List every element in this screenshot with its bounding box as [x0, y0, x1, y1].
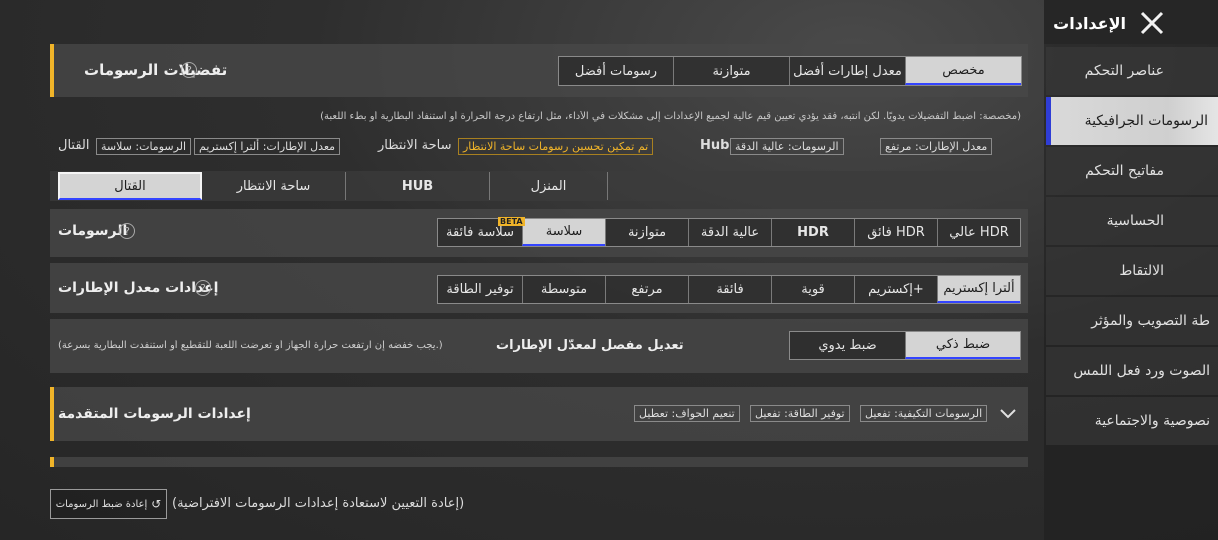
- sidebar-item-keys[interactable]: مفاتيح التحكم: [1046, 147, 1218, 195]
- graphics-title: الرسومات: [58, 223, 128, 239]
- adjust-manual[interactable]: ضبط يدوي: [790, 332, 905, 359]
- lobby-label: ساحة الانتظار: [378, 138, 452, 153]
- adjust-smart[interactable]: ضبط ذكي: [905, 332, 1020, 359]
- sidebar-item-aim[interactable]: طة التصويب والمؤثر: [1046, 297, 1218, 345]
- fps-ultra[interactable]: فائقة: [688, 276, 771, 303]
- sidebar-item-label: الصوت ورد فعل اللمس: [1073, 363, 1210, 379]
- graphics-smooth[interactable]: سلاسة: [522, 219, 605, 246]
- fps-power-saving[interactable]: توفير الطاقة: [438, 276, 522, 303]
- scene-tabs: القتال ساحة الانتظار HUB المنزل: [58, 172, 608, 200]
- reset-description: (إعادة التعيين لاستعادة إعدادات الرسومات…: [172, 496, 465, 511]
- sidebar-item-label: الالتقاط: [1119, 263, 1164, 279]
- graphics-hdr[interactable]: HDR: [771, 219, 854, 246]
- sidebar-item-sensitivity[interactable]: الحساسية: [1046, 197, 1218, 245]
- sidebar-item-label: مفاتيح التحكم: [1085, 163, 1164, 179]
- sidebar-item-pickup[interactable]: الالتقاط: [1046, 247, 1218, 295]
- settings-title: الإعدادات: [1053, 14, 1126, 33]
- sidebar-item-privacy[interactable]: نصوصية والاجتماعية: [1046, 397, 1218, 445]
- graphics-high-hdr[interactable]: عالي HDR: [937, 219, 1020, 246]
- hub-graphics-tag: الرسومات: عالية الدقة: [730, 138, 844, 155]
- adjust-title: تعديل مفصل لمعدّل الإطارات: [496, 338, 684, 353]
- undo-icon: ↺: [151, 497, 162, 511]
- sidebar-item-controls[interactable]: عناصر التحكم: [1046, 47, 1218, 95]
- fps-ultra-extreme[interactable]: ألترا إكستريم: [937, 276, 1020, 303]
- sidebar-item-label: الرسومات الجرافيكية: [1084, 113, 1208, 129]
- preferences-title: تفضيلات الرسومات: [84, 61, 228, 79]
- preferences-note: (مخصصة: اضبط التفضيلات يدويًا. لكن انتبه…: [320, 111, 1021, 122]
- combat-label: القتال: [58, 138, 90, 153]
- fps-extreme-plus[interactable]: إكستريم+: [854, 276, 937, 303]
- graphics-ultra-hdr[interactable]: فائق HDR: [854, 219, 937, 246]
- advanced-tag: تنعيم الحواف: تعطيل: [634, 405, 740, 422]
- adjust-selector: ضبط يدوي ضبط ذكي: [789, 331, 1021, 360]
- fps-selector: توفير الطاقة متوسطة مرتفع فائقة قوية إكس…: [437, 275, 1021, 304]
- close-icon[interactable]: [1138, 9, 1166, 37]
- pref-better-graphics[interactable]: رسومات أفضل: [559, 57, 673, 85]
- hub-label: Hub: [700, 138, 730, 153]
- sidebar-item-label: نصوصية والاجتماعية: [1094, 413, 1210, 429]
- sidebar-item-label: الحساسية: [1106, 213, 1164, 229]
- graphics-balanced[interactable]: متوازنة: [605, 219, 688, 246]
- graphics-hd[interactable]: عالية الدقة: [688, 219, 771, 246]
- sidebar-item-graphics[interactable]: الرسومات الجرافيكية: [1046, 97, 1218, 145]
- pref-balanced[interactable]: متوازنة: [673, 57, 789, 85]
- hub-fps-tag: معدل الإطارات: مرتفع: [880, 138, 993, 155]
- tab-home[interactable]: المنزل: [490, 172, 608, 200]
- pref-custom[interactable]: مخصص: [905, 57, 1021, 85]
- tab-hub[interactable]: HUB: [346, 172, 490, 200]
- combat-graphics-tag: الرسومات: سلاسة: [96, 138, 192, 155]
- sidebar-item-label: طة التصويب والمؤثر: [1091, 313, 1210, 329]
- pref-better-fps[interactable]: معدل إطارات أفضل: [789, 57, 905, 85]
- chevron-down-icon[interactable]: [1000, 408, 1016, 420]
- fps-strong[interactable]: قوية: [771, 276, 854, 303]
- advanced-title: إعدادات الرسومات المتقدمة: [58, 406, 251, 422]
- preferences-selector: رسومات أفضل متوازنة معدل إطارات أفضل مخص…: [558, 56, 1022, 86]
- tab-combat[interactable]: القتال: [58, 172, 202, 200]
- reset-label: إعادة ضبط الرسومات: [55, 498, 148, 510]
- tab-lobby[interactable]: ساحة الانتظار: [202, 172, 346, 200]
- graphics-selector: سلاسة فائقة سلاسة متوازنة عالية الدقة HD…: [437, 218, 1021, 247]
- fps-medium[interactable]: متوسطة: [522, 276, 605, 303]
- sidebar-item-audio[interactable]: الصوت ورد فعل اللمس: [1046, 347, 1218, 395]
- lobby-note-tag: تم تمكين تحسين رسومات ساحة الانتظار: [458, 138, 654, 155]
- adjust-note: (يجب خفضه إن ارتفعت حرارة الجهاز أو تعرض…: [58, 340, 443, 351]
- help-icon[interactable]: ?: [119, 223, 135, 239]
- sidebar-item-label: عناصر التحكم: [1084, 63, 1164, 79]
- advanced-tag: توفير الطاقة: تفعيل: [750, 405, 850, 422]
- collapsed-panel: [50, 457, 1028, 467]
- advanced-tag: الرسومات التكيفية: تفعيل: [860, 405, 988, 422]
- help-icon[interactable]: ?: [181, 62, 197, 78]
- reset-graphics-button[interactable]: إعادة ضبط الرسومات ↺: [50, 489, 167, 519]
- help-icon[interactable]: ?: [195, 280, 211, 296]
- fps-high[interactable]: مرتفع: [605, 276, 688, 303]
- beta-badge: BETA: [498, 217, 525, 226]
- combat-fps-tag: معدل الإطارات: ألترا إكستريم: [194, 138, 341, 155]
